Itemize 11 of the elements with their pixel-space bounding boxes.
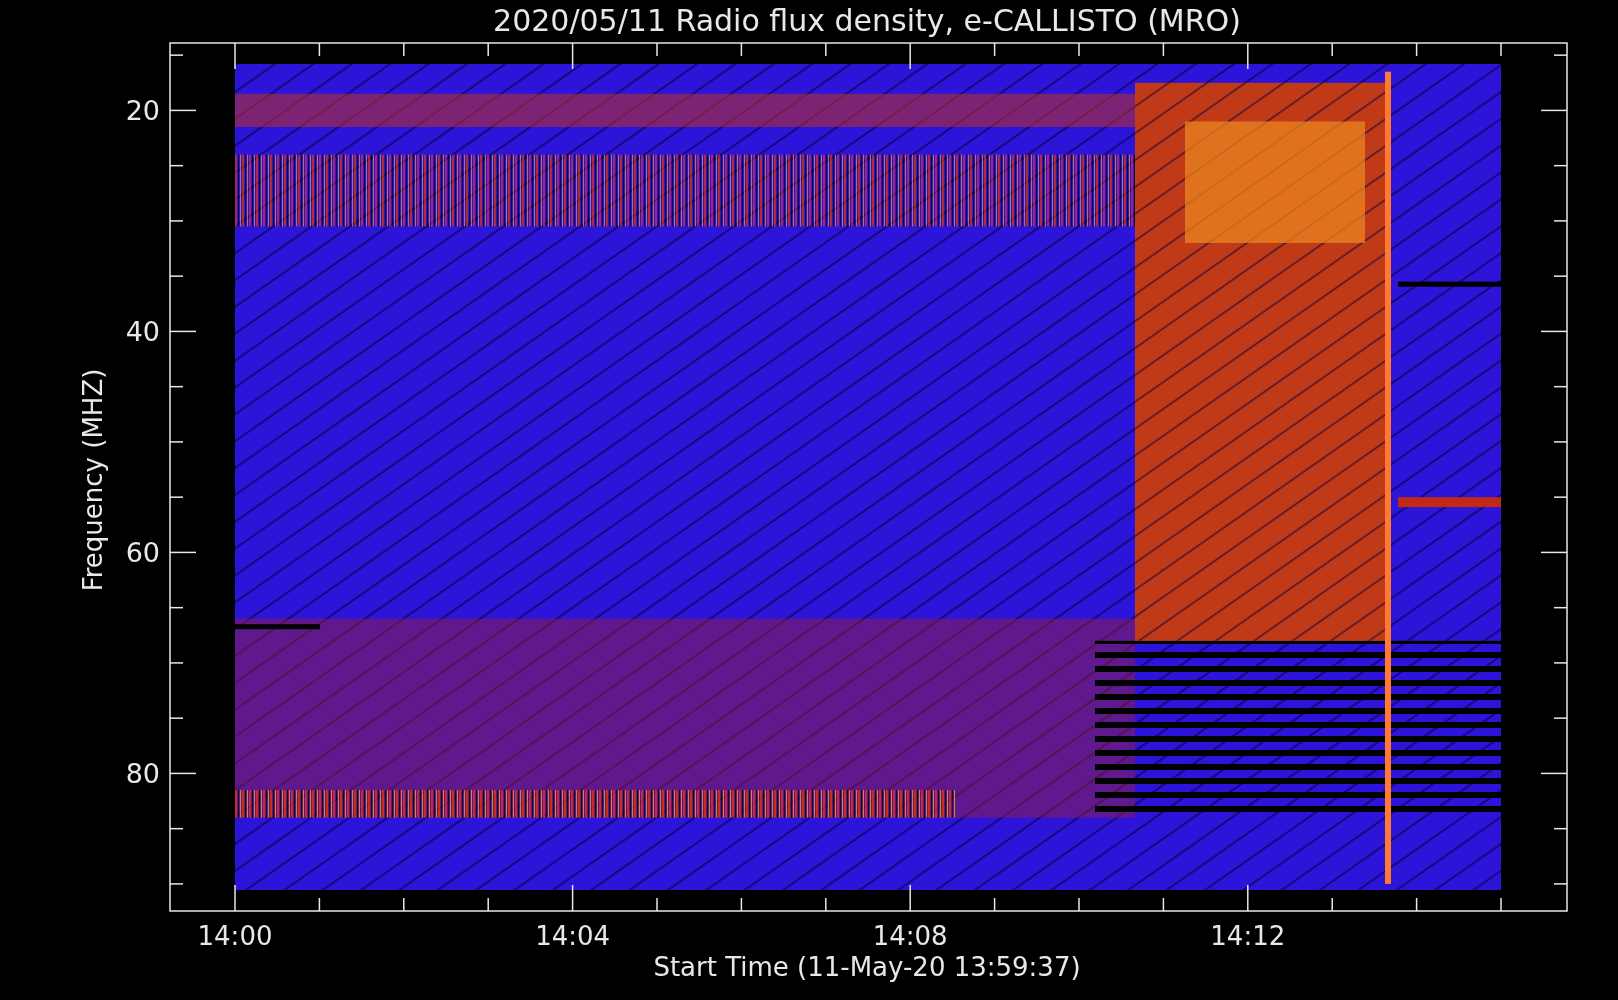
tick-label: 40 <box>125 316 160 348</box>
tick-label: 14:04 <box>535 921 611 951</box>
axis-title: Frequency (MHZ) <box>78 368 108 592</box>
tick-label: 20 <box>125 95 160 127</box>
chart-title: 2020/05/11 Radio flux density, e-CALLISTO (MRO) <box>493 3 1241 38</box>
tick-label: 14:00 <box>197 921 273 951</box>
tick-label: 80 <box>125 758 160 790</box>
tick-label: 14:08 <box>872 921 948 951</box>
axis-title: Start Time (11-May-20 13:59:37) <box>653 952 1081 982</box>
tick-label: 60 <box>125 537 160 569</box>
tick-label: 14:12 <box>1210 921 1286 951</box>
